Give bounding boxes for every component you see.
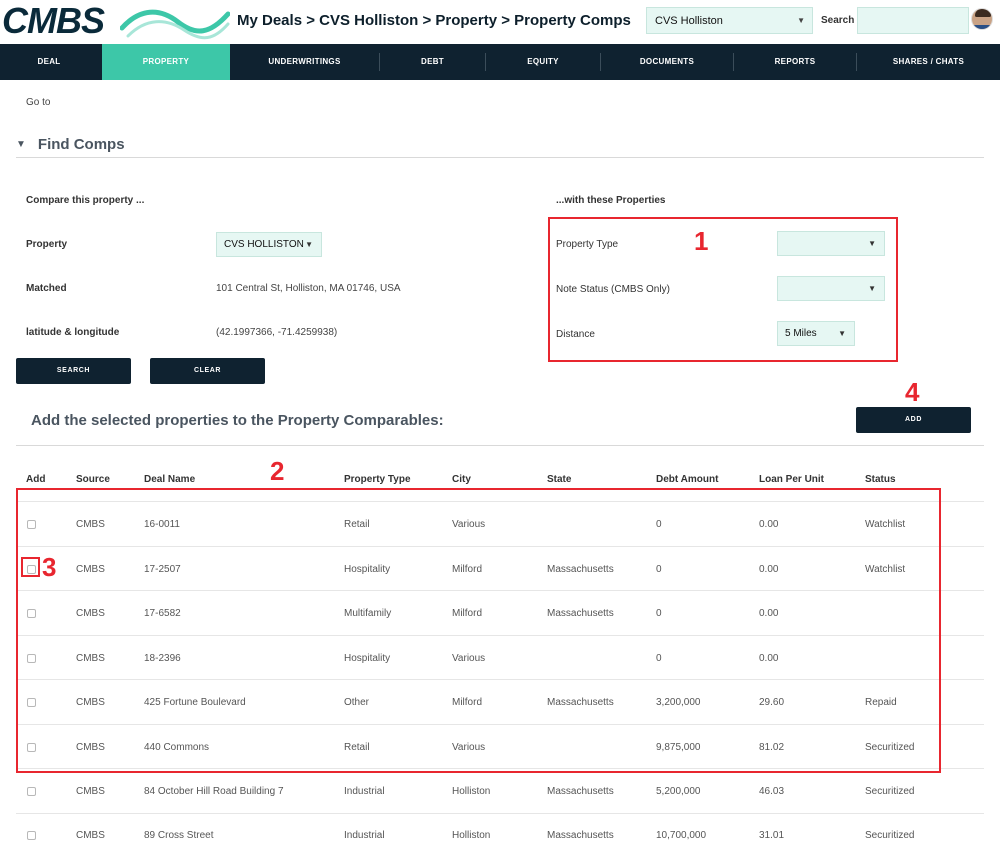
column-header-state: State (547, 474, 572, 485)
checkbox-annotation-box (21, 557, 40, 577)
column-header-debt-amount: Debt Amount (656, 474, 719, 485)
chevron-down-icon: ▼ (868, 284, 876, 293)
column-header-add: Add (26, 474, 46, 485)
nav-tab-property[interactable]: PROPERTY (102, 44, 230, 80)
chevron-down-icon: ▼ (838, 329, 846, 338)
divider (16, 157, 984, 158)
find-comps-title: Find Comps (37, 136, 125, 153)
state-cell: Massachusetts (547, 830, 614, 841)
column-header-source: Source (76, 474, 110, 485)
add-section-title: Add the selected properties to the Prope… (31, 412, 444, 429)
nav-tab-documents[interactable]: DOCUMENTS (601, 44, 733, 80)
nav-tab-equity[interactable]: EQUITY (486, 44, 600, 80)
logo-wave-icon (120, 9, 230, 40)
latlng-label: latitude & longitude (26, 327, 120, 338)
find-comps-toggle[interactable]: ▼ Find Comps (16, 136, 125, 153)
loan-per-unit-cell: 31.01 (759, 830, 785, 841)
annotation-marker-2: 2 (270, 456, 285, 486)
add-button[interactable]: ADD (856, 407, 971, 433)
app-header: CMBS My Deals > CVS Holliston > Property… (0, 0, 1000, 44)
nav-tab-reports[interactable]: REPORTS (734, 44, 856, 80)
breadcrumb: My Deals > CVS Holliston > Property > Pr… (237, 12, 631, 29)
nav-tab-deal[interactable]: DEAL (0, 44, 98, 80)
latlng-value: (42.1997366, -71.4259938) (216, 327, 338, 338)
property-type-cell: Industrial (344, 786, 385, 797)
table-annotation-box (16, 488, 941, 773)
row-checkbox[interactable] (27, 787, 36, 796)
status-cell: Securitized (865, 786, 915, 797)
source-cell: CMBS (76, 830, 105, 841)
distance-value: 5 Miles (785, 328, 817, 339)
loan-per-unit-cell: 46.03 (759, 786, 785, 797)
property-select-value: CVS HOLLISTON (224, 239, 304, 250)
cmbs-logo[interactable]: CMBS (0, 0, 230, 44)
status-cell: Securitized (865, 830, 915, 841)
nav-tab-underwritings[interactable]: UNDERWRITINGS (230, 44, 379, 80)
annotation-marker-3: 3 (42, 552, 57, 582)
property-type-label: Property Type (556, 239, 619, 250)
table-row: CMBS 84 October Hill Road Building 7 Ind… (16, 768, 984, 812)
deal-name-cell[interactable]: 84 October Hill Road Building 7 (144, 786, 284, 797)
column-header-property-type: Property Type (344, 474, 411, 485)
goto-link[interactable]: Go to (26, 97, 50, 108)
city-cell: Holliston (452, 830, 491, 841)
property-type-cell: Industrial (344, 830, 385, 841)
chevron-down-icon: ▼ (305, 240, 313, 249)
property-label: Property (26, 239, 68, 250)
annotation-marker-4: 4 (905, 377, 920, 407)
table-row: CMBS 89 Cross Street Industrial Hollisto… (16, 812, 984, 852)
city-cell: Holliston (452, 786, 491, 797)
chevron-down-icon: ▼ (868, 239, 876, 248)
note-status-label: Note Status (CMBS Only) (556, 284, 670, 295)
state-cell: Massachusetts (547, 786, 614, 797)
debt-amount-cell: 5,200,000 (656, 786, 701, 797)
nav-tab-shares-chats[interactable]: SHARES / CHATS (857, 44, 1000, 80)
search-label: Search (821, 15, 855, 26)
property-select[interactable]: CVS HOLLISTON ▼ (216, 232, 322, 257)
with-properties-heading: ...with these Properties (556, 195, 666, 206)
search-input[interactable] (857, 7, 969, 34)
main-nav: DEAL PROPERTY UNDERWRITINGS DEBT EQUITY … (0, 44, 1000, 80)
row-checkbox[interactable] (27, 831, 36, 840)
logo-text: CMBS (2, 0, 105, 41)
deal-select[interactable]: CVS Holliston ▼ (646, 7, 813, 34)
divider (16, 445, 984, 446)
clear-button[interactable]: CLEAR (150, 358, 265, 384)
distance-label: Distance (556, 329, 595, 340)
source-cell: CMBS (76, 786, 105, 797)
column-header-deal-name: Deal Name (144, 474, 196, 485)
distance-select[interactable]: 5 Miles ▼ (777, 321, 855, 346)
compare-heading: Compare this property ... (26, 195, 145, 206)
collapse-triangle-icon: ▼ (16, 139, 26, 150)
deal-name-cell[interactable]: 89 Cross Street (144, 830, 213, 841)
column-header-status: Status (865, 474, 896, 485)
user-avatar[interactable] (971, 8, 993, 30)
deal-select-value: CVS Holliston (655, 15, 723, 27)
search-button[interactable]: SEARCH (16, 358, 131, 384)
chevron-down-icon: ▼ (797, 16, 805, 25)
matched-address: 101 Central St, Holliston, MA 01746, USA (216, 283, 401, 294)
column-header-loan-per-unit: Loan Per Unit (759, 474, 825, 485)
annotation-marker-1: 1 (694, 226, 709, 256)
nav-tab-debt[interactable]: DEBT (380, 44, 485, 80)
column-header-city: City (452, 474, 471, 485)
note-status-select[interactable]: ▼ (777, 276, 885, 301)
property-type-select[interactable]: ▼ (777, 231, 885, 256)
debt-amount-cell: 10,700,000 (656, 830, 707, 841)
matched-label: Matched (26, 283, 67, 294)
